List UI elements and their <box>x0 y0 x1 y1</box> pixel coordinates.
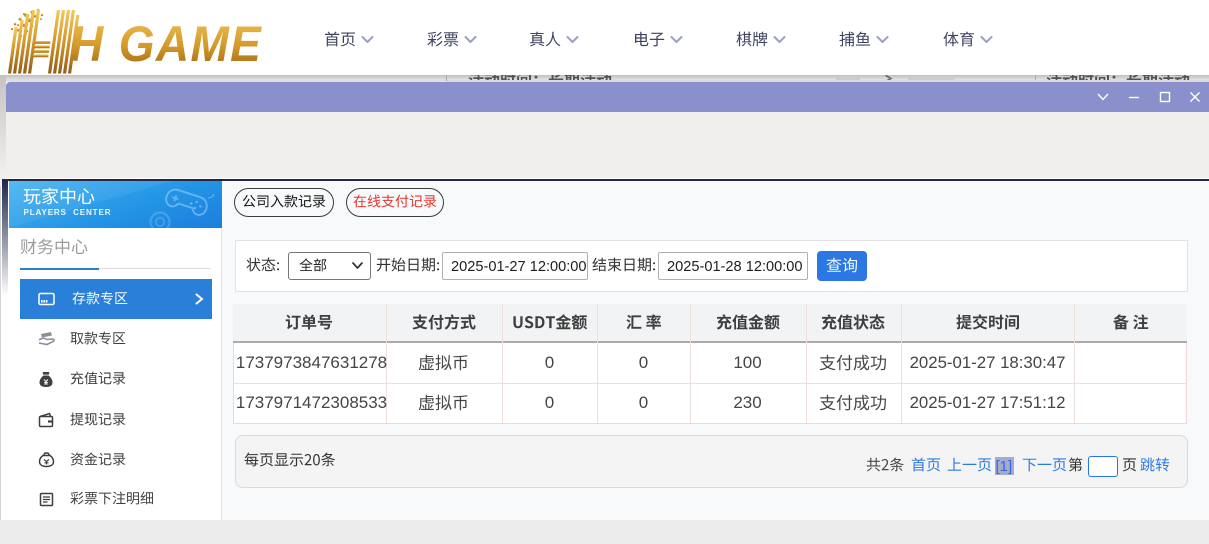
svg-text:H GAME: H GAME <box>70 17 263 72</box>
